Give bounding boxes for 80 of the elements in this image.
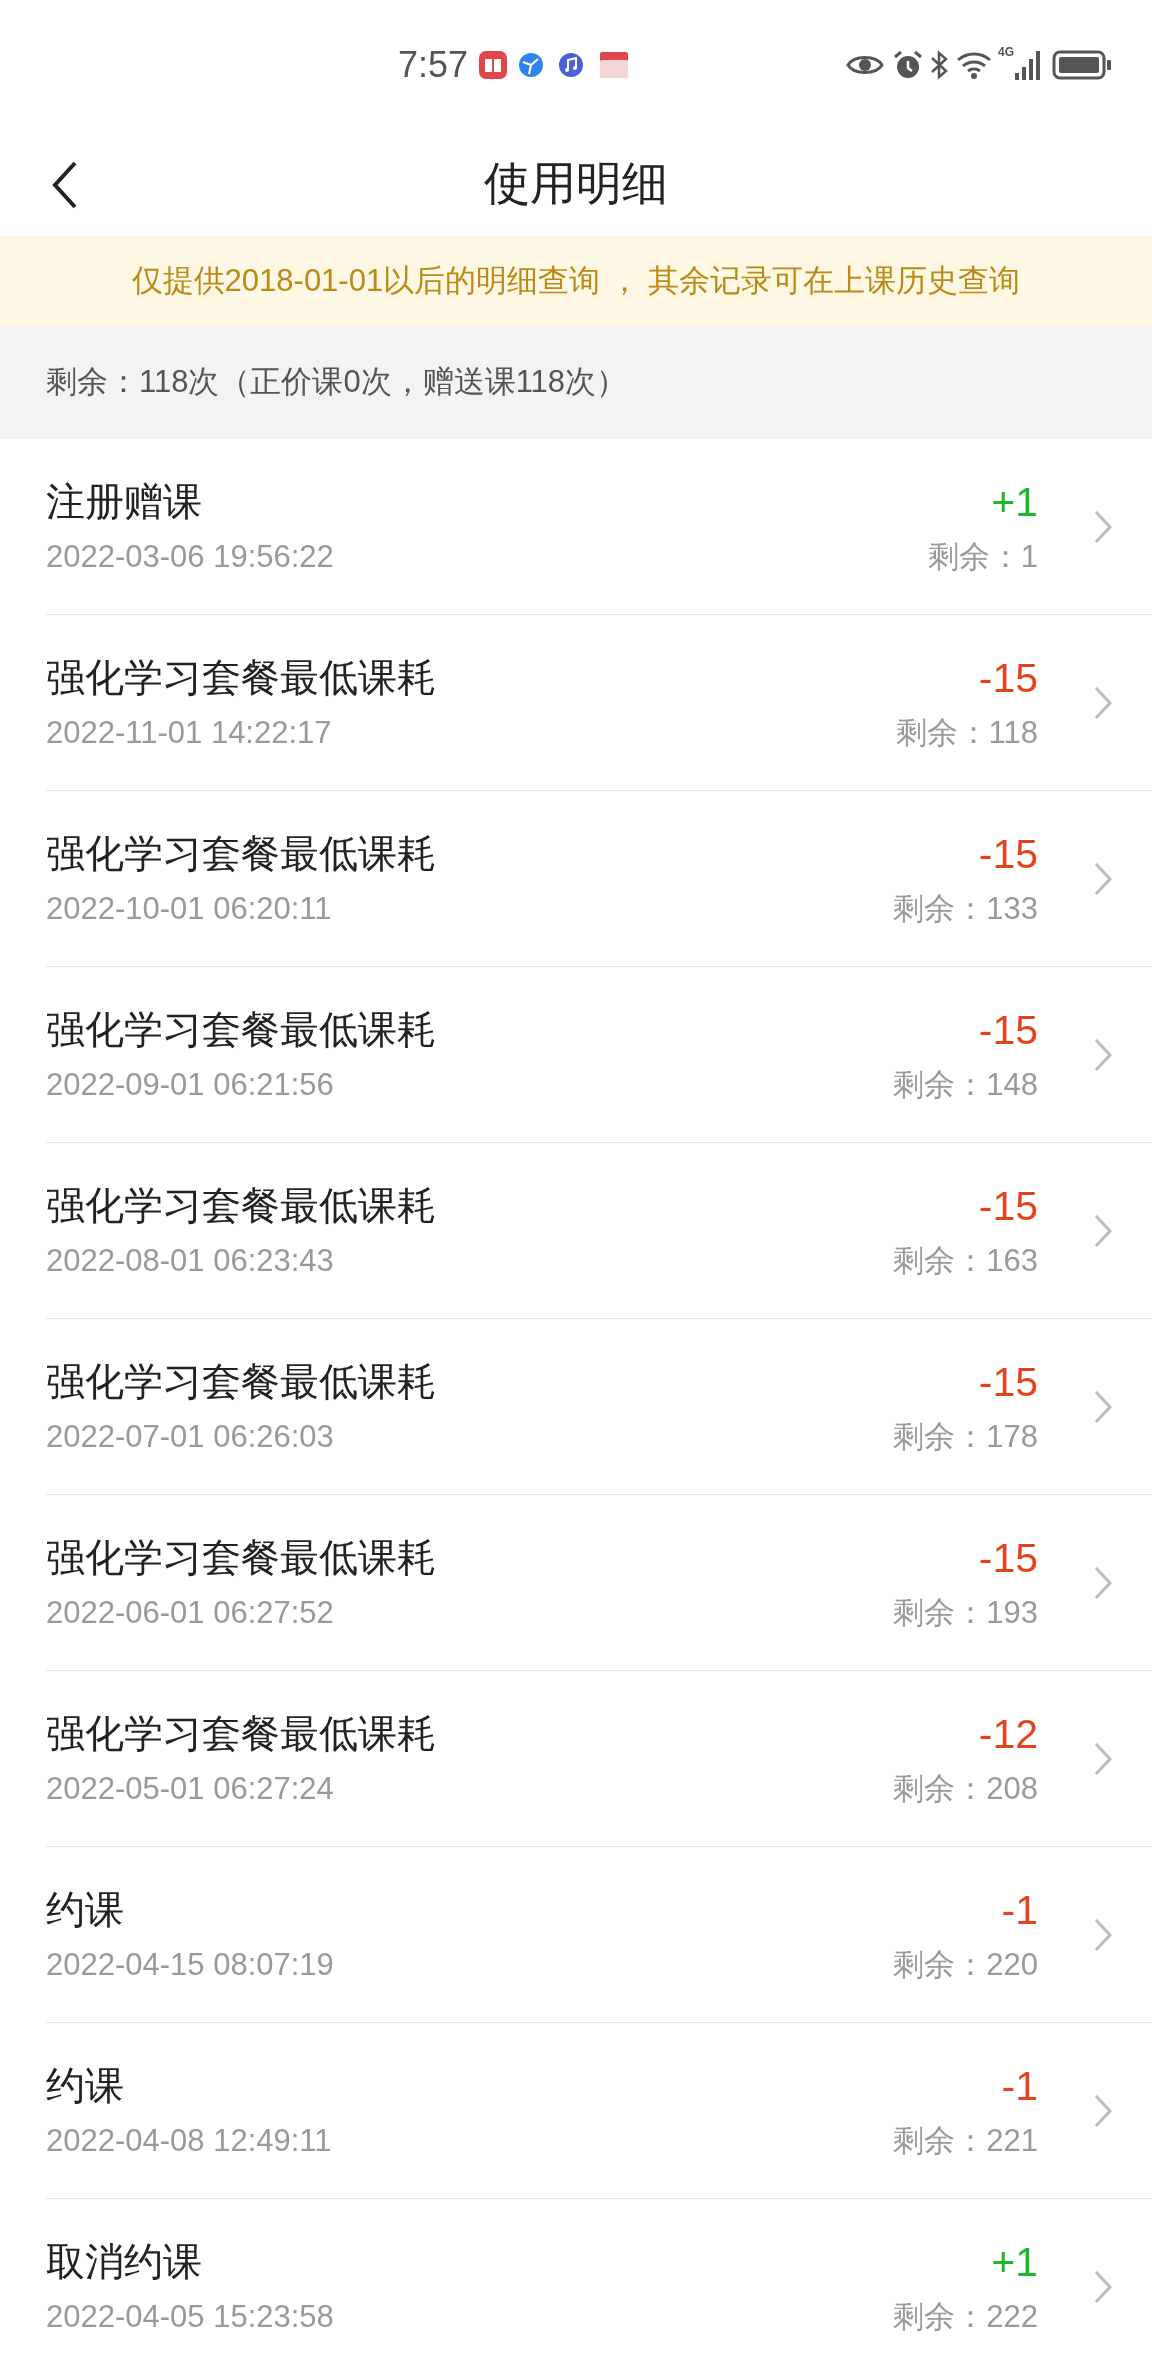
signal-icon (1014, 49, 1040, 81)
record-balance: 剩余：208 (893, 1769, 1038, 1808)
chevron-icon (1094, 1213, 1112, 1248)
bluetooth-icon (930, 49, 948, 81)
record-balance: 剩余：133 (893, 889, 1038, 928)
record-balance: 剩余：222 (893, 2298, 1038, 2336)
network-label: 4G (998, 46, 1014, 58)
battery-icon (1052, 49, 1112, 81)
record-title: 强化学习套餐最低课耗 (46, 1710, 437, 1757)
chevron-icon (1094, 1389, 1112, 1424)
record-title: 强化学习套餐最低课耗 (46, 1182, 437, 1229)
wifi-icon (956, 50, 992, 80)
record-time: 2022-04-08 12:49:11 (46, 2121, 333, 2160)
record-row[interactable]: 约课 2022-04-15 08:07:19 -1 剩余：220 (46, 1847, 1152, 2023)
record-row[interactable]: 取消约课 2022-04-05 15:23:58 +1 剩余：222 (46, 2199, 1152, 2375)
record-row[interactable]: 强化学习套餐最低课耗 2022-05-01 06:27:24 -12 剩余：208 (46, 1671, 1152, 1847)
record-change: -15 (978, 1005, 1038, 1054)
record-title: 强化学习套餐最低课耗 (46, 1534, 437, 1581)
record-row[interactable]: 强化学习套餐最低课耗 2022-09-01 06:21:56 -15 剩余：148 (46, 967, 1152, 1143)
record-change: -12 (978, 1709, 1038, 1758)
back-icon (52, 160, 78, 210)
record-time: 2022-04-15 08:07:19 (46, 1945, 335, 1984)
record-change: -15 (978, 1357, 1038, 1406)
alarm-icon (892, 49, 924, 81)
chevron-icon (1094, 509, 1112, 544)
chevron-icon (1094, 1565, 1112, 1600)
record-row[interactable]: 强化学习套餐最低课耗 2022-06-01 06:27:52 -15 剩余：193 (46, 1495, 1152, 1671)
record-balance: 剩余：221 (893, 2121, 1038, 2160)
record-title: 强化学习套餐最低课耗 (46, 830, 437, 877)
record-change: -15 (978, 829, 1038, 878)
chevron-icon (1094, 1037, 1112, 1072)
chevron-icon (1094, 685, 1112, 720)
record-balance: 剩余：163 (893, 1241, 1038, 1280)
record-balance: 剩余：148 (893, 1065, 1038, 1104)
record-time: 2022-05-01 06:27:24 (46, 1769, 335, 1808)
record-time: 2022-10-01 06:20:11 (46, 889, 333, 928)
record-row[interactable]: 强化学习套餐最低课耗 2022-10-01 06:20:11 -15 剩余：133 (46, 791, 1152, 967)
record-balance: 剩余：178 (893, 1417, 1038, 1456)
chevron-icon (1094, 2270, 1112, 2304)
record-change: -15 (978, 1181, 1038, 1230)
box-icon (598, 50, 631, 80)
record-change: +1 (991, 2238, 1038, 2286)
record-row[interactable]: 注册赠课 2022-03-06 19:56:22 +1 剩余：1 (46, 439, 1152, 615)
record-title: 注册赠课 (46, 478, 203, 525)
chevron-icon (1094, 861, 1112, 896)
record-time: 2022-03-06 19:56:22 (46, 537, 335, 576)
record-change: -1 (1001, 2061, 1038, 2110)
record-title: 约课 (46, 1886, 125, 1933)
record-title: 取消约课 (46, 2239, 203, 2285)
record-title: 约课 (46, 2062, 125, 2109)
record-time: 2022-04-05 15:23:58 (46, 2298, 335, 2336)
record-change: -15 (978, 1533, 1038, 1582)
chevron-icon (1094, 2093, 1112, 2128)
record-title: 强化学习套餐最低课耗 (46, 654, 437, 701)
record-balance: 剩余：1 (927, 537, 1038, 576)
record-balance: 剩余：118 (895, 713, 1038, 752)
record-time: 2022-09-01 06:21:56 (46, 1065, 335, 1104)
record-row[interactable]: 强化学习套餐最低课耗 2022-11-01 14:22:17 -15 剩余：118 (46, 615, 1152, 791)
record-title: 强化学习套餐最低课耗 (46, 1006, 437, 1053)
record-time: 2022-07-01 06:26:03 (46, 1417, 335, 1456)
record-title: 强化学习套餐最低课耗 (46, 1358, 437, 1405)
record-change: -15 (978, 653, 1038, 702)
book-icon (478, 50, 509, 80)
record-row[interactable]: 强化学习套餐最低课耗 2022-07-01 06:26:03 -15 剩余：178 (46, 1319, 1152, 1495)
record-balance: 剩余：193 (893, 1593, 1038, 1632)
record-row[interactable]: 约课 2022-04-08 12:49:11 -1 剩余：221 (46, 2023, 1152, 2199)
record-change: +1 (991, 477, 1038, 526)
chevron-icon (1094, 1741, 1112, 1776)
summary-text: 剩余：118次（正价课0次，赠送课118次） (46, 363, 628, 402)
music-icon (558, 52, 585, 78)
record-time: 2022-11-01 14:22:17 (46, 713, 333, 752)
record-time: 2022-08-01 06:23:43 (46, 1241, 335, 1280)
status-time: 7:57 (398, 43, 469, 87)
record-change: -1 (1001, 1885, 1038, 1934)
notice-banner: 仅提供2018-01-01以后的明细查询 ， 其余记录可在上课历史查询 (0, 236, 1152, 326)
page-title: 使用明细 (484, 155, 668, 211)
record-row[interactable]: 强化学习套餐最低课耗 2022-08-01 06:23:43 -15 剩余：163 (46, 1143, 1152, 1319)
chevron-icon (1094, 1917, 1112, 1952)
record-time: 2022-06-01 06:27:52 (46, 1593, 335, 1632)
record-balance: 剩余：220 (893, 1945, 1038, 1984)
